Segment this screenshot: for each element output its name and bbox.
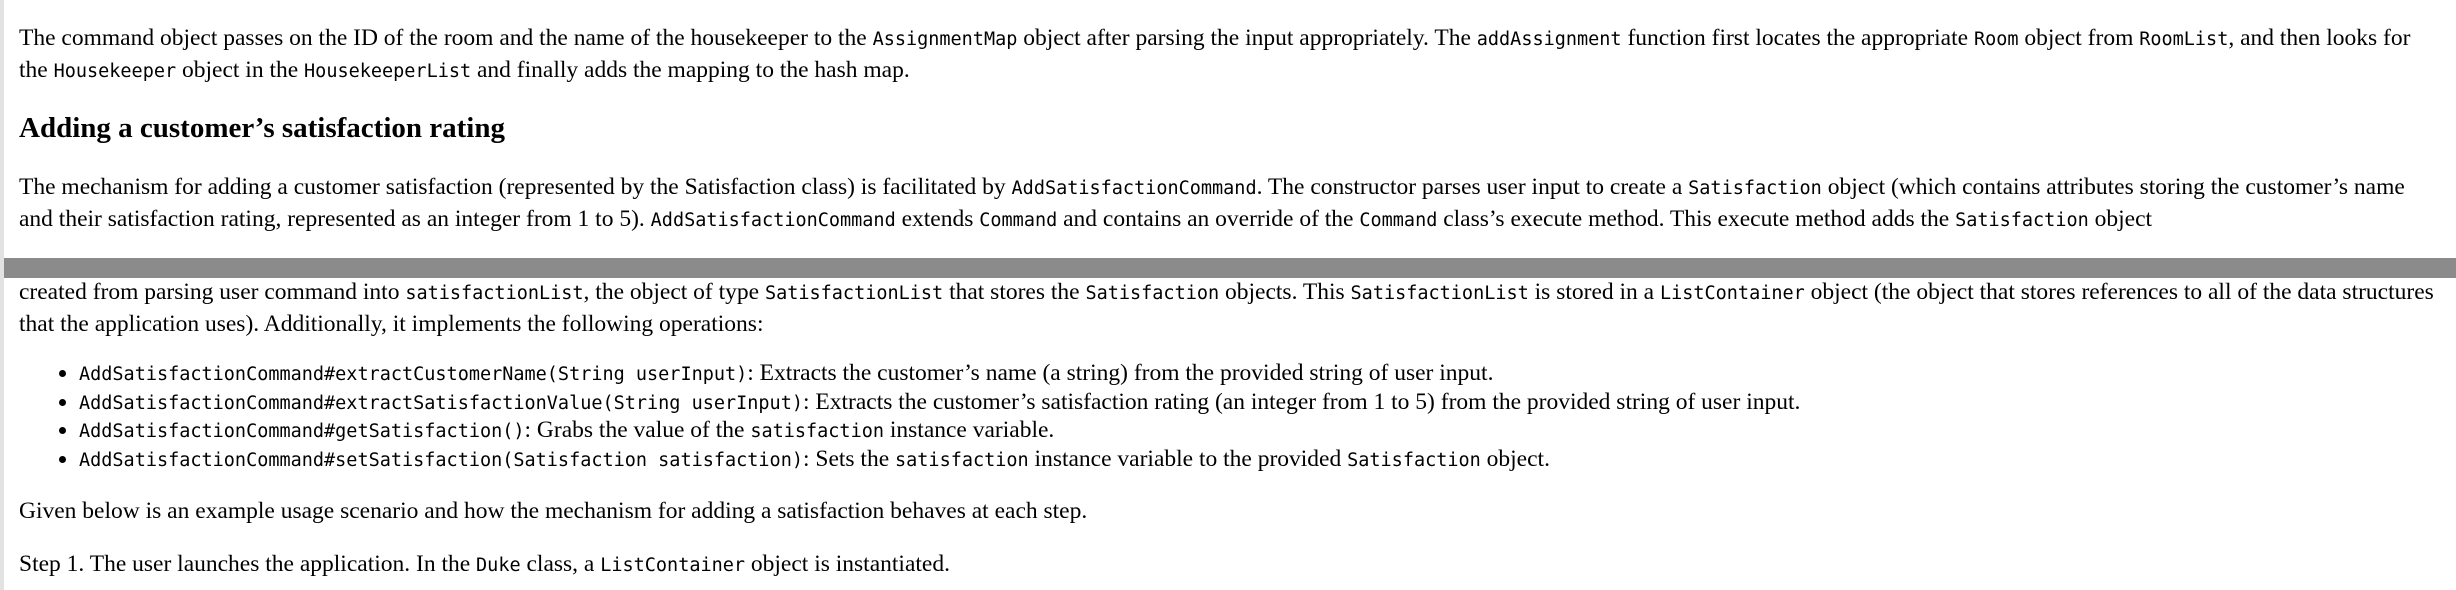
text-run: objects. This	[1219, 279, 1351, 305]
section-heading-satisfaction: Adding a customer’s satisfaction rating	[19, 112, 505, 144]
list-item: AddSatisfactionCommand#extractCustomerNa…	[79, 360, 2444, 389]
code-satisfaction-variable: satisfaction	[750, 421, 884, 442]
code-satisfaction: Satisfaction	[1955, 210, 2089, 231]
text-run: object in the	[176, 57, 305, 83]
code-method-signature: AddSatisfactionCommand#setSatisfaction(S…	[79, 449, 803, 471]
code-housekeeper: Housekeeper	[53, 61, 177, 82]
text-run: that stores the	[943, 279, 1086, 305]
text-run: object.	[1480, 445, 1550, 472]
list-item: AddSatisfactionCommand#getSatisfaction()…	[79, 417, 2444, 446]
text-run: Step 1. The user launches the applicatio…	[19, 551, 477, 577]
code-housekeeperlist: HousekeeperList	[304, 61, 472, 82]
text-run: : Extracts the customer’s name (a string…	[747, 360, 1494, 386]
paragraph-usage-scenario: Given below is an example usage scenario…	[19, 498, 1088, 524]
paragraph-step-1: Step 1. The user launches the applicatio…	[19, 549, 2444, 581]
code-method-signature: AddSatisfactionCommand#getSatisfaction()	[79, 421, 525, 442]
operations-list: AddSatisfactionCommand#extractCustomerNa…	[19, 360, 2444, 474]
code-method-signature: AddSatisfactionCommand#extractSatisfacti…	[79, 392, 803, 414]
text-run: object	[2088, 206, 2153, 232]
code-satisfactionlist-type: SatisfactionList	[1350, 283, 1529, 304]
code-listcontainer: ListContainer	[600, 555, 746, 576]
code-roomlist: RoomList	[2139, 29, 2229, 50]
code-satisfactionlist: satisfactionList	[405, 283, 584, 304]
code-addsatisfactioncommand: AddSatisfactionCommand	[650, 210, 896, 231]
text-run: instance variable to the provided	[1028, 445, 1348, 472]
document-page: The command object passes on the ID of t…	[0, 0, 2456, 590]
text-run: class, a	[520, 551, 601, 577]
text-run: . The constructor parses user input to c…	[1256, 174, 1689, 200]
paragraph-satisfaction-list: created from parsing user command into s…	[19, 277, 2444, 339]
text-run: function first locates the appropriate	[1621, 25, 1974, 51]
code-command: Command	[1359, 210, 1438, 231]
text-run: : Extracts the customer’s satisfaction r…	[802, 388, 1801, 415]
paragraph-satisfaction-mechanism: The mechanism for adding a customer sati…	[19, 172, 2444, 236]
code-satisfaction: Satisfaction	[1688, 178, 1822, 199]
code-addassignment: addAssignment	[1476, 29, 1622, 50]
list-item: AddSatisfactionCommand#setSatisfaction(S…	[79, 446, 2444, 475]
text-run: object after parsing the input appropria…	[1017, 25, 1477, 51]
code-assignmentmap: AssignmentMap	[872, 29, 1018, 50]
text-run: and contains an override of the	[1057, 206, 1360, 232]
text-run: : Sets the	[802, 445, 896, 472]
text-run: created from parsing user command into	[19, 279, 406, 305]
code-satisfaction: Satisfaction	[1085, 283, 1220, 304]
code-satisfaction: Satisfaction	[1347, 449, 1481, 471]
text-run: and finally adds the mapping to the hash…	[471, 57, 910, 83]
text-run: object from	[2018, 25, 2140, 51]
text-run: The mechanism for adding a customer sati…	[19, 174, 1012, 200]
text-run: is stored in a	[1528, 279, 1660, 305]
text-run: instance variable.	[883, 417, 1055, 443]
text-run: , the object of type	[583, 279, 765, 305]
code-satisfaction-variable: satisfaction	[895, 449, 1029, 471]
page-break-divider	[4, 258, 2456, 278]
text-run: extends	[895, 206, 980, 232]
list-item: AddSatisfactionCommand#extractSatisfacti…	[79, 389, 2444, 418]
code-method-signature: AddSatisfactionCommand#extractCustomerNa…	[79, 364, 748, 385]
text-run: The command object passes on the ID of t…	[19, 25, 873, 51]
paragraph-assignment-mechanism: The command object passes on the ID of t…	[19, 23, 2444, 87]
code-satisfactionlist-type: SatisfactionList	[764, 283, 944, 304]
code-room: Room	[1973, 29, 2019, 50]
text-run: class’s execute method. This execute met…	[1437, 206, 1956, 232]
text-run: object is instantiated.	[745, 551, 950, 577]
code-addsatisfactioncommand: AddSatisfactionCommand	[1011, 178, 1257, 199]
code-command: Command	[979, 210, 1058, 231]
code-listcontainer: ListContainer	[1659, 283, 1805, 304]
code-duke: Duke	[476, 555, 521, 576]
text-run: : Grabs the value of the	[524, 417, 751, 443]
